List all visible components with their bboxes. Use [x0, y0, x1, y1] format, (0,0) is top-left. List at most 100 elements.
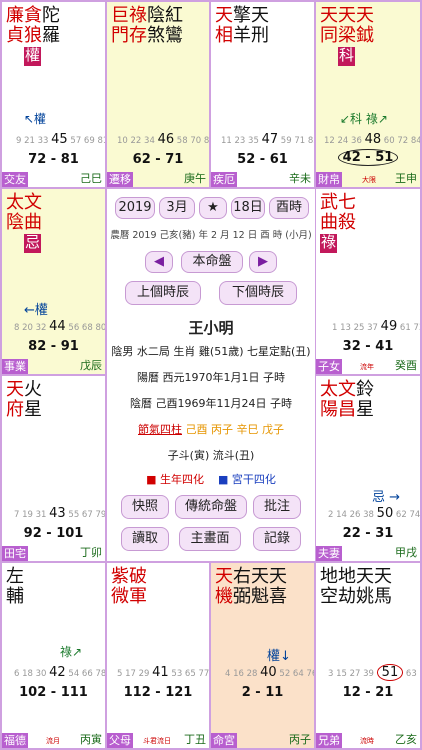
age-row: 1 13 25 37 49 61 73 — [332, 319, 420, 334]
decade-range: 52 - 61 — [237, 152, 288, 167]
decade-range: 22 - 31 — [342, 526, 394, 541]
next-hour-button[interactable]: 下個時辰 — [219, 281, 297, 305]
legend-blue-square-icon: ■ — [218, 473, 229, 486]
star-button[interactable]: ★ — [199, 197, 227, 219]
lunar-date: 農曆 2019 己亥(豬) 年 2 月 12 日 酉 時 (小月) — [110, 230, 312, 241]
palace-cell-left2[interactable]: 天府 火星 7 19 31 43 55 67 79 92 - 101 田宅 丁卯 — [2, 376, 105, 561]
palace-label: 福德 — [2, 733, 28, 748]
ganzhi-label: 庚午 — [184, 172, 206, 185]
palace-cell-top1[interactable]: 巨門 祿存 陰煞 紅鸞 10 22 34 46 58 70 82 62 - 71… — [107, 2, 209, 187]
hour-select[interactable]: 酉時 — [269, 197, 309, 219]
palace-label: 交友 — [2, 172, 28, 187]
ganzhi-label: 甲戌 — [395, 546, 417, 559]
transform-arrow: ↖權 — [24, 112, 47, 126]
age-row: 4 16 28 40 52 64 76 — [225, 665, 314, 680]
decade-range: 62 - 71 — [132, 152, 184, 167]
ganzhi-label: 辛未 — [289, 172, 311, 185]
ganzhi-label: 丁丑 — [184, 733, 206, 746]
palace-label: 遷移 — [107, 172, 133, 187]
transform-arrow: ↙科 祿↗ — [340, 112, 388, 126]
decade-range: 92 - 101 — [23, 526, 84, 541]
pillars-label: 節氣四柱 — [138, 423, 182, 436]
prev-button[interactable]: ◀ — [145, 251, 173, 273]
age-row: 8 20 32 44 56 68 80 — [14, 319, 105, 334]
palace-cell-top0[interactable]: 廉貞 貪狼權 陀羅 ↖權 9 21 33 45 57 69 81 72 - 81… — [2, 2, 105, 187]
snapshot-button[interactable]: 快照 — [121, 495, 169, 519]
palace-cell-bot0[interactable]: 左輔 祿↗ 6 18 30 42 54 66 78 102 - 111 福德 流… — [2, 563, 105, 748]
ganzhi-label: 乙亥 — [395, 733, 417, 746]
year-select[interactable]: 2019 — [115, 197, 155, 219]
palace-label: 疾厄 — [211, 172, 237, 187]
palace-label: 財帛 — [316, 172, 342, 187]
decade-range: 12 - 21 — [342, 685, 394, 700]
palace-cell-right2[interactable]: 太陽 文昌 鈴星 忌 → 2 14 26 38 50 62 74 22 - 31… — [316, 376, 420, 561]
age-row: 3 15 27 39 51 63 75 — [328, 664, 420, 681]
lunar-birth: 陰曆 己酉1969年11月24日 子時 — [130, 397, 292, 410]
palace-cell-top3[interactable]: 天同 天梁科 天鉞 ↙科 祿↗ 12 24 36 48 60 72 84 42 … — [316, 2, 420, 187]
solar-birth: 陽曆 西元1970年1月1日 子時 — [137, 371, 285, 384]
traditional-chart-button[interactable]: 傳統命盤 — [175, 495, 247, 519]
transform-arrow: 忌 → — [372, 490, 401, 505]
palace-label: 子女 — [316, 359, 342, 374]
palace-cell-right1[interactable]: 武曲祿 七殺 1 13 25 37 49 61 73 32 - 41 子女 流年… — [316, 189, 420, 374]
record-button[interactable]: 記錄 — [253, 527, 301, 551]
transform-arrow: ←權 — [24, 303, 48, 318]
legend-red-square-icon: ■ — [146, 473, 157, 486]
decade-range: 102 - 111 — [19, 685, 88, 700]
decade-range: 82 - 91 — [28, 339, 79, 354]
palace-cell-left1[interactable]: 太陰 文曲忌 ←權 8 20 32 44 56 68 80 82 - 91 事業… — [2, 189, 105, 374]
ganzhi-label: 丙子 — [289, 733, 311, 746]
load-button[interactable]: 讀取 — [121, 527, 169, 551]
legend: ■ 生年四化 ■ 宮干四化 — [146, 473, 276, 486]
age-row: 12 24 36 48 60 72 84 — [324, 132, 420, 147]
next-button[interactable]: ▶ — [249, 251, 277, 273]
age-row: 7 19 31 43 55 67 79 — [14, 506, 105, 521]
ganzhi-label: 王申 — [395, 172, 417, 185]
tag-label: 流時 — [360, 737, 374, 745]
age-row: 5 17 29 41 53 65 77 — [117, 665, 209, 680]
palace-label: 夫妻 — [316, 546, 342, 561]
pillars-value: 己酉 丙子 辛巳 戊子 — [185, 423, 285, 436]
person-name: 王小明 — [188, 319, 234, 337]
palace-cell-bot1[interactable]: 紫微 破軍 5 17 29 41 53 65 77 112 - 121 父母 斗… — [107, 563, 209, 748]
age-row: 9 21 33 45 57 69 81 — [16, 132, 105, 147]
person-info: 陰男 水二局 生肖 雞(51歲) 七星定點(丑) — [111, 345, 311, 358]
ganzhi-label: 己巳 — [80, 172, 102, 185]
age-row: 6 18 30 42 54 66 78 — [14, 665, 105, 680]
decade-range: 72 - 81 — [28, 152, 79, 167]
decade-range: 2 - 11 — [241, 685, 284, 700]
age-row: 11 23 35 47 59 71 83 — [221, 132, 314, 147]
four-pillars: 節氣四柱 己酉 丙子 辛巳 戊子 — [107, 421, 315, 437]
annotate-button[interactable]: 批注 — [253, 495, 301, 519]
transform-arrow: 祿↗ — [60, 645, 83, 659]
palace-label: 田宅 — [2, 546, 28, 561]
main-chart-button[interactable]: 本命盤 — [181, 251, 243, 273]
ganzhi-label: 癸酉 — [395, 359, 417, 372]
month-select[interactable]: 3月 — [159, 197, 195, 219]
palace-label: 兄弟 — [316, 733, 342, 748]
ganzhi-label: 丙寅 — [80, 733, 102, 746]
home-button[interactable]: 主畫面 — [179, 527, 241, 551]
tag-label: 流月 — [46, 737, 60, 745]
center-panel: 2019 3月 ★ 18日 酉時 農曆 2019 己亥(豬) 年 2 月 12 … — [107, 189, 315, 561]
tag-label: 流年 — [360, 363, 374, 371]
tag-label: 斗君流日 — [143, 737, 171, 745]
ganzhi-label: 丁卯 — [80, 546, 102, 559]
day-select[interactable]: 18日 — [231, 197, 265, 219]
decade-range: 32 - 41 — [342, 339, 394, 354]
tag-label: 大限 — [362, 176, 376, 184]
dou-jun: 子斗(寅) 流斗(丑) — [167, 449, 255, 462]
age-row: 2 14 26 38 50 62 74 — [328, 506, 420, 521]
palace-cell-top2[interactable]: 天相 擎羊 天刑 11 23 35 47 59 71 83 52 - 61 疾厄… — [211, 2, 314, 187]
palace-cell-bot2[interactable]: 天機 右弼 天魁 天喜 權↓ 4 16 28 40 52 64 76 2 - 1… — [211, 563, 314, 748]
age-row: 10 22 34 46 58 70 82 — [117, 132, 209, 147]
transform-arrow: 權↓ — [267, 649, 291, 664]
decade-range: 112 - 121 — [123, 685, 193, 700]
palace-label: 父母 — [107, 733, 133, 748]
decade-range: 42 - 51 — [316, 149, 420, 166]
palace-label: 命宮 — [211, 733, 237, 748]
prev-hour-button[interactable]: 上個時辰 — [125, 281, 201, 305]
ganzhi-label: 戊辰 — [80, 359, 102, 372]
palace-label: 事業 — [2, 359, 28, 374]
palace-cell-bot3[interactable]: 地空 地劫 天姚 天馬 3 15 27 39 51 63 75 12 - 21 … — [316, 563, 420, 748]
